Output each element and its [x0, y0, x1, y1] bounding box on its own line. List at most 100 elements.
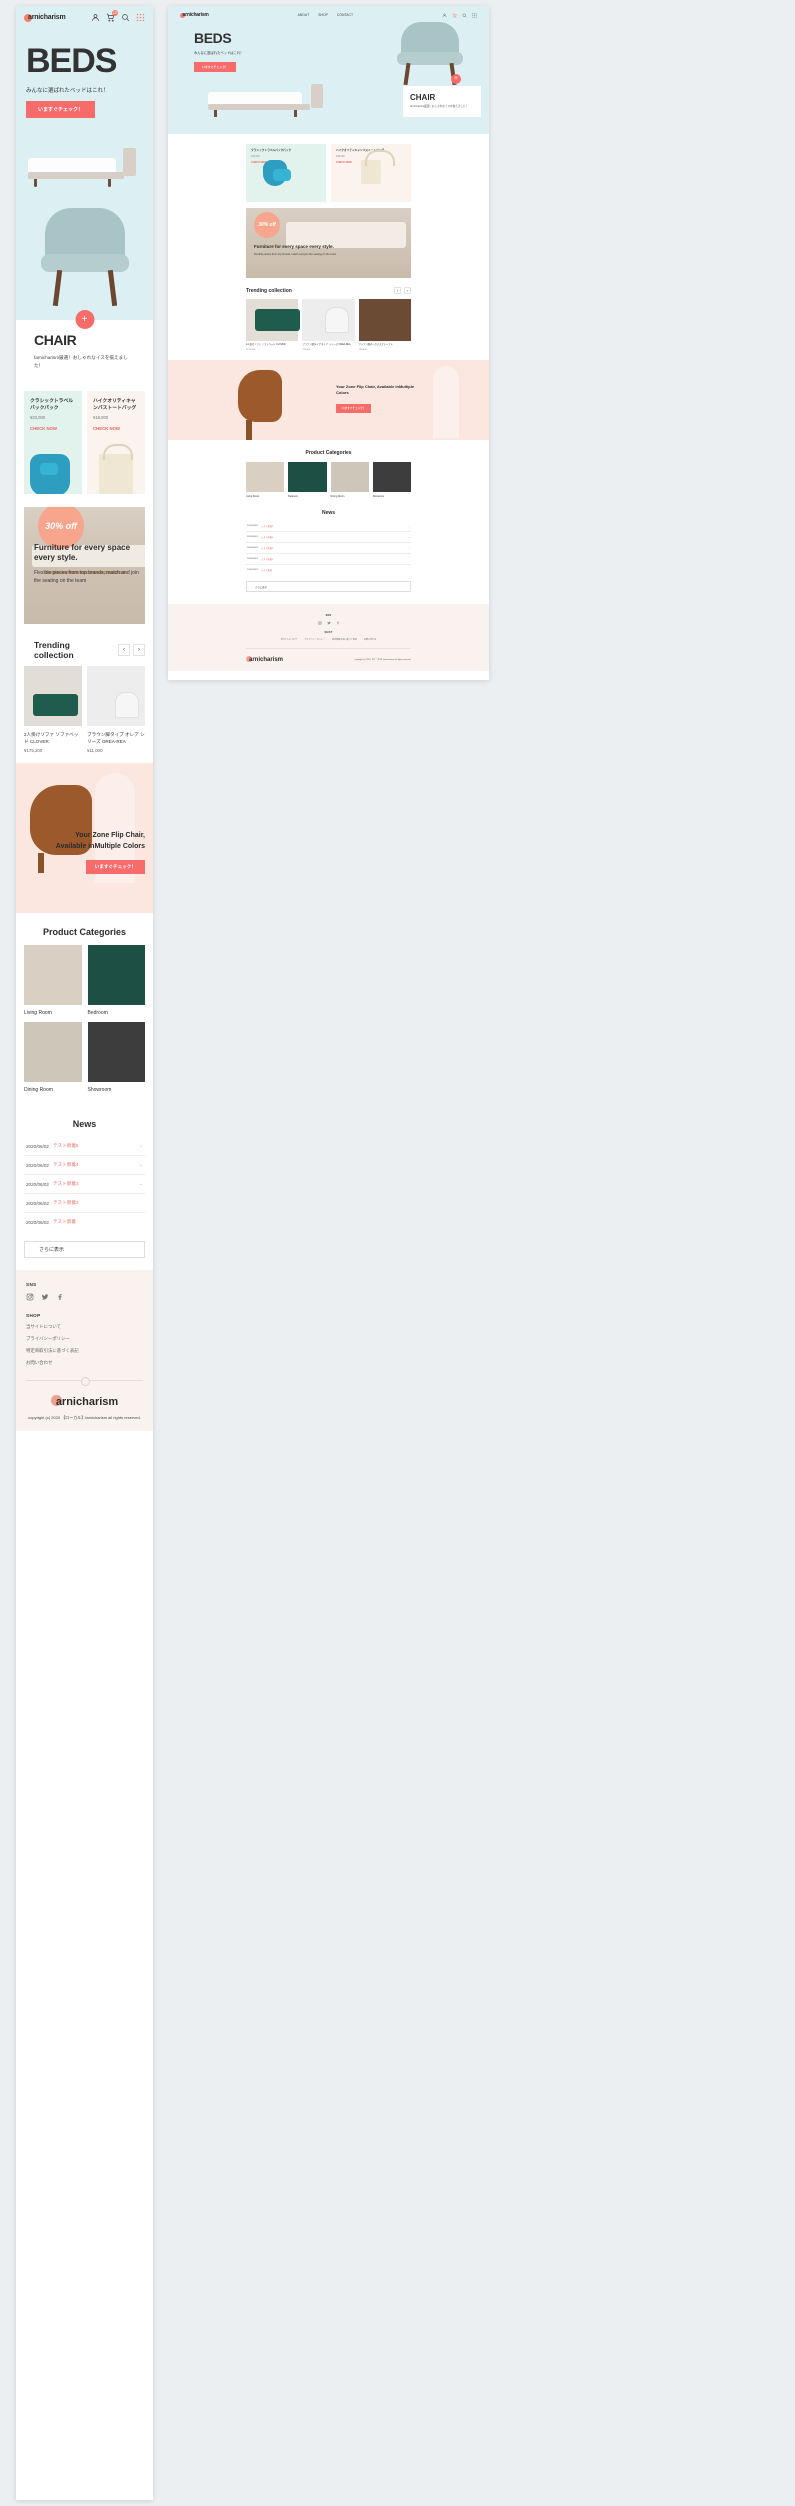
footer-sns-heading: SNS: [26, 1282, 37, 1288]
category-living-room[interactable]: Living Room: [246, 462, 285, 498]
trending-item-price: ¥175,200: [246, 349, 256, 352]
footer-logo[interactable]: arnicharism: [26, 1395, 143, 1408]
promo-card-backpack[interactable]: クラシックトラベルバックパック ¥23,000 CHECK NOW: [246, 144, 326, 202]
mobile-header-icons: 12: [91, 10, 145, 22]
news-list: 2020/06/02 テスト新着5 ⌄ 2020/06/02 テスト新着4 ⌄ …: [16, 1137, 153, 1259]
instagram-icon[interactable]: [26, 1293, 34, 1301]
news-item[interactable]: 2020/06/02 テスト新着: [24, 1213, 145, 1231]
footer-link[interactable]: 特定商取引法に基づく表記: [26, 1348, 143, 1354]
news-item[interactable]: 2020/06/02 テスト新着2: [24, 1194, 145, 1214]
category-label: Showroom: [372, 495, 385, 499]
desktop-nav: ABOUT SHOP CONTACT: [298, 13, 353, 17]
carousel-prev-button[interactable]: ‹: [118, 643, 130, 656]
carousel-prev-button[interactable]: ‹: [394, 287, 401, 294]
search-icon[interactable]: [121, 13, 130, 22]
news-item[interactable]: 2020/06/02 テスト新着3 ⌄: [246, 543, 411, 555]
trending-item[interactable]: ブラウン脚タイプ オレア シリーズ OREA-REA ¥11,000: [302, 299, 355, 351]
news-item[interactable]: 2020/06/02 テスト新着5 ⌄: [24, 1137, 145, 1157]
news-date: 2020/06/02: [26, 1219, 49, 1225]
trending-item-price: ¥11,000: [87, 748, 103, 754]
trending-item[interactable]: ブラウン脚タイプ オレア シリーズ OREA-REA ¥11,000: [87, 665, 145, 754]
trending-item[interactable]: 2人掛けソファ ソファベッド CLOVER ¥175,200: [24, 665, 82, 753]
user-icon[interactable]: [442, 13, 447, 18]
news-more-button[interactable]: さらに表示: [24, 1241, 145, 1259]
trending-item[interactable]: アイアン脚オークデスクテーブル ¥39,800: [358, 299, 411, 351]
footer-link[interactable]: 当サイトについて: [281, 638, 298, 641]
desktop-footer: SNS SHOP 当サイトについて プライバシーポリシー 特定商取引法に基づく表…: [168, 604, 489, 672]
chair-plus-badge[interactable]: +: [451, 74, 461, 84]
news-item[interactable]: 2020/06/02 テスト新着3 ⌄: [24, 1175, 145, 1195]
offer-banner[interactable]: 30% off Furniture for every space every …: [246, 208, 411, 278]
category-showroom[interactable]: Showroom: [372, 462, 411, 499]
news-item[interactable]: 2020/06/02 テスト新着5 ⌄: [246, 521, 411, 533]
offer-banner[interactable]: 30% off Furniture for every space every …: [24, 506, 145, 624]
promo-card-backpack[interactable]: クラシックトラベルバックパック ¥23,000 CHECK NOW: [24, 390, 82, 494]
cart-icon[interactable]: [452, 12, 457, 18]
news-title-text: テスト新着3: [53, 1181, 79, 1187]
promo-card-tote[interactable]: ハイクオリティキャンバストートバッグ ¥18,000 CHECK NOW: [87, 390, 145, 494]
news-title-text: テスト新着3: [260, 548, 274, 551]
news-item[interactable]: 2020/06/02 テスト新着2: [246, 554, 411, 566]
footer-logo[interactable]: arnicharism: [246, 656, 283, 663]
flip-banner-cta[interactable]: いますぐチェック！: [336, 403, 372, 413]
footer-link[interactable]: プライバシーポリシー: [304, 638, 325, 641]
news-list: 2020/06/02 テスト新着5 ⌄ 2020/06/02 テスト新着4 ⌄ …: [246, 521, 411, 593]
cart-icon[interactable]: 12: [106, 10, 118, 22]
nav-item-about[interactable]: ABOUT: [298, 13, 310, 17]
green-sofa-image: [24, 665, 82, 726]
mobile-mockup: arnicharism 12 BEDS みんなに選ばれたベッドはこれ！ いますぐ…: [16, 6, 153, 2500]
facebook-icon[interactable]: [336, 621, 340, 625]
desktop-header-icons: [442, 12, 477, 18]
footer-link[interactable]: お問い合わせ: [26, 1360, 143, 1366]
category-label: Dining Room: [24, 1087, 53, 1094]
flip-chair-banner[interactable]: Your Zone Flip Chair, Available inMultip…: [16, 763, 153, 914]
trending-item-name: 2人掛けソファ ソファベッド CLOVER: [246, 344, 286, 346]
instagram-icon[interactable]: [317, 621, 322, 626]
category-dining-room[interactable]: Dining Room: [330, 462, 369, 498]
footer-link[interactable]: 当サイトについて: [26, 1324, 143, 1330]
category-living-room[interactable]: Living Room: [24, 945, 82, 1016]
nav-item-contact[interactable]: CONTACT: [337, 13, 353, 17]
facebook-icon[interactable]: [56, 1293, 64, 1301]
menu-grid-icon[interactable]: [136, 13, 145, 22]
carousel-next-button[interactable]: ›: [133, 643, 145, 656]
promo-price: ¥23,000: [30, 414, 46, 420]
flip-banner-headline: Your Zone Flip Chair, Available inMultip…: [55, 832, 145, 850]
footer-link[interactable]: 特定商取引法に基づく表記: [332, 638, 357, 641]
flip-chair-banner[interactable]: Your Zone Flip Chair, Available inMultip…: [168, 360, 489, 441]
news-item[interactable]: 2020/06/02 テスト新着: [246, 565, 411, 575]
news-item[interactable]: 2020/06/02 テスト新着4 ⌄: [246, 532, 411, 544]
footer-logo-text: arnicharism: [249, 657, 284, 664]
news-more-button[interactable]: さらに表示: [246, 581, 411, 593]
category-showroom[interactable]: Showroom: [87, 1022, 145, 1094]
category-bedroom[interactable]: Bedroom: [87, 945, 145, 1016]
twitter-icon[interactable]: [41, 1293, 49, 1301]
category-bedroom[interactable]: Bedroom: [288, 462, 327, 498]
footer-link[interactable]: お問い合わせ: [364, 638, 376, 641]
user-icon[interactable]: [91, 13, 100, 22]
promo-cta[interactable]: CHECK NOW: [30, 426, 76, 431]
menu-grid-icon[interactable]: [472, 12, 477, 18]
news-item[interactable]: 2020/06/02 テスト新着4 ⌄: [24, 1156, 145, 1176]
site-logo[interactable]: arnicharism: [24, 13, 66, 22]
trending-item[interactable]: 2人掛けソファ ソファベッド CLOVER ¥175,200: [246, 299, 301, 352]
dining-room-image: [24, 1022, 82, 1083]
site-logo[interactable]: arnicharism: [180, 12, 209, 18]
news-date: 2020/06/02: [247, 558, 258, 561]
footer-logo-text: arnicharism: [55, 1396, 119, 1409]
twitter-icon[interactable]: [326, 621, 331, 625]
promo-cta[interactable]: CHECK NOW: [93, 426, 139, 431]
chair-plus-badge[interactable]: +: [75, 310, 94, 329]
search-icon[interactable]: [462, 13, 467, 18]
hero-cta-button[interactable]: いますぐチェック！: [194, 62, 237, 72]
promo-card-tote[interactable]: ハイクオリティキャンバストートバッグ ¥18,000 CHECK NOW: [331, 144, 411, 202]
footer-link[interactable]: プライバシーポリシー: [26, 1336, 143, 1342]
flip-banner-cta[interactable]: いますぐチェック！: [85, 860, 145, 875]
living-room-image: [24, 945, 82, 1006]
nav-item-shop[interactable]: SHOP: [318, 13, 328, 17]
carousel-next-button[interactable]: ›: [404, 287, 411, 294]
hero-cta-button[interactable]: いますぐチェック！: [26, 101, 96, 118]
category-label: Showroom: [87, 1087, 112, 1094]
hero-bed-image: [16, 124, 153, 202]
category-dining-room[interactable]: Dining Room: [24, 1022, 82, 1093]
